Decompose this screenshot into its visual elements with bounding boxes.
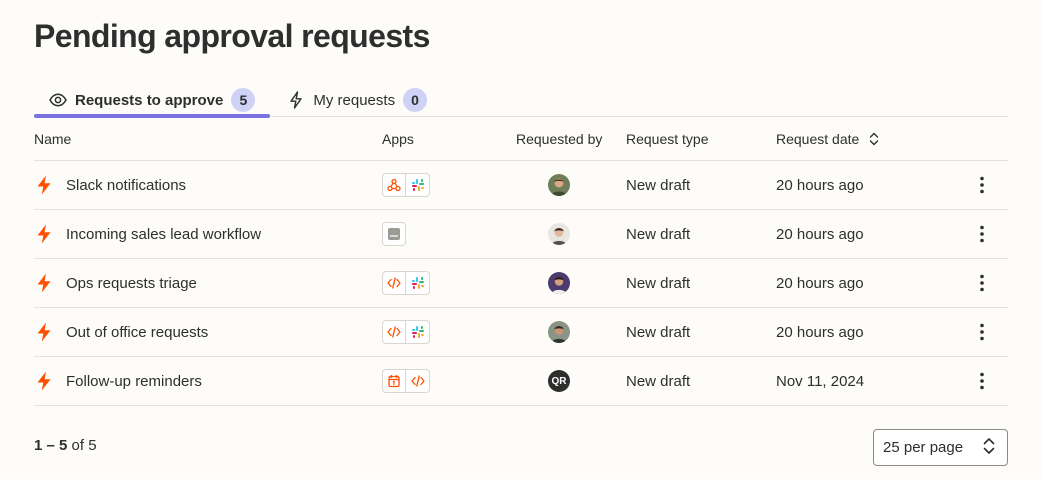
code-icon [382,271,406,295]
tab-label: My requests [313,91,396,109]
zap-name-link[interactable]: Out of office requests [66,324,208,341]
requests-table: Name Apps Requested by Request type Requ… [34,117,1008,406]
per-page-select[interactable]: 25 per page [873,429,1008,466]
request-date: 20 hours ago [776,176,864,194]
code-icon [382,320,406,344]
request-type: New draft [626,372,691,390]
zap-bolt-icon [36,321,58,343]
tab-bar: Requests to approve 5 My requests 0 [34,84,1008,118]
page: Pending approval requests Requests to ap… [0,0,1042,479]
zap-bolt-icon [36,223,58,245]
range-text: 1 – 5 [34,437,68,454]
request-type: New draft [626,225,691,243]
per-page-value: 25 per page [883,439,964,456]
code-icon [406,369,430,393]
zap-name-link[interactable]: Incoming sales lead workflow [66,226,261,243]
calendar-icon [382,369,406,393]
tab-my-requests[interactable]: My requests 0 [272,84,442,116]
more-options-icon[interactable] [972,320,992,344]
request-date: 20 hours ago [776,225,864,243]
column-header-requested-by: Requested by [516,130,603,147]
request-date: 20 hours ago [776,274,864,292]
app-icons [382,222,406,246]
webhook-icon [382,173,406,197]
tab-requests-to-approve[interactable]: Requests to approve 5 [34,84,271,118]
app-icons [382,173,430,197]
more-options-icon[interactable] [972,222,992,246]
app-icons [382,271,430,295]
column-header-request-date[interactable]: Request date [776,131,966,147]
zap-bolt-icon [36,272,58,294]
zap-bolt-icon [36,174,58,196]
page-title: Pending approval requests [34,18,430,54]
slack-icon [406,320,430,344]
count-badge: 0 [403,88,428,112]
column-header-label: Request date [776,130,860,147]
table-header: Name Apps Requested by Request type Requ… [34,117,1008,161]
table-row[interactable]: Ops requests triage New draft 20 hours a… [34,259,1008,308]
sort-icon[interactable] [869,132,879,146]
avatar-initials: QR [548,370,570,392]
slack-icon [406,173,430,197]
more-options-icon[interactable] [972,271,992,295]
count-badge: 5 [231,88,256,112]
request-type: New draft [626,323,691,341]
request-type: New draft [626,274,691,292]
column-header-apps: Apps [382,130,414,147]
chevron-up-down-icon [983,437,995,459]
app-icons [382,369,430,393]
zap-name-link[interactable]: Follow-up reminders [66,373,202,390]
more-options-icon[interactable] [972,369,992,393]
total-text: of 5 [71,437,97,454]
table-row[interactable]: Out of office requests New draft 20 hour… [34,308,1008,357]
avatar [548,223,570,245]
request-type: New draft [626,176,691,194]
avatar [548,272,570,294]
zap-bolt-icon [36,370,58,392]
avatar [548,321,570,343]
table-row[interactable]: Slack notifications New draft 20 hours a… [34,161,1008,210]
pagination-range: 1 – 5 of 5 [34,437,97,454]
request-date: Nov 11, 2024 [776,372,865,390]
column-header-name: Name [34,130,72,147]
avatar [548,174,570,196]
column-header-request-type: Request type [626,130,709,147]
more-options-icon[interactable] [972,173,992,197]
zap-name-link[interactable]: Slack notifications [66,177,186,194]
app-icons [382,320,430,344]
form-icon [382,222,406,246]
eye-icon [49,91,67,109]
bolt-outline-icon [287,91,305,109]
zap-name-link[interactable]: Ops requests triage [66,275,197,292]
slack-icon [406,271,430,295]
table-row[interactable]: Follow-up reminders QR New draft Nov 11,… [34,357,1008,406]
tab-label: Requests to approve [75,91,224,109]
request-date: 20 hours ago [776,323,864,341]
table-row[interactable]: Incoming sales lead workflow New draft 2… [34,210,1008,259]
